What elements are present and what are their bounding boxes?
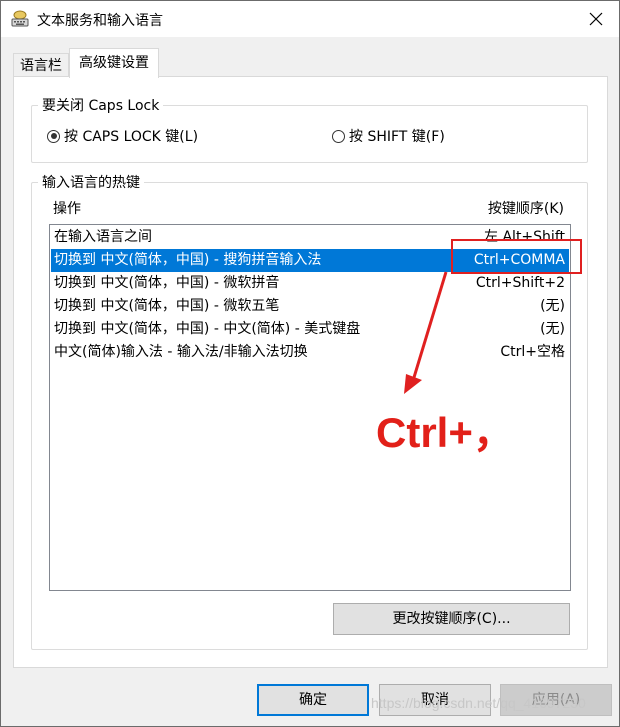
radio-checked-icon <box>47 129 60 143</box>
close-button[interactable] <box>573 1 619 37</box>
list-item[interactable]: 切换到 中文(简体，中国) - 中文(简体) - 美式键盘 (无) <box>51 318 569 341</box>
list-item-action: 切换到 中文(简体，中国) - 搜狗拼音输入法 <box>54 252 322 268</box>
tab-language-bar[interactable]: 语言栏 <box>13 53 69 77</box>
keyboard-icon <box>11 10 29 28</box>
window-title: 文本服务和输入语言 <box>37 13 163 29</box>
radio-shift-label: 按 SHIFT 键(F) <box>349 129 445 145</box>
change-key-sequence-button[interactable]: 更改按键顺序(C)... <box>333 603 570 635</box>
column-header-action: 操作 <box>53 201 81 217</box>
radio-caps-lock-label: 按 CAPS LOCK 键(L) <box>64 129 199 145</box>
tab-advanced-key-settings[interactable]: 高级键设置 <box>69 48 159 78</box>
list-item[interactable]: 切换到 中文(简体，中国) - 微软拼音 Ctrl+Shift+2 <box>51 272 569 295</box>
list-item-key: Ctrl+Shift+2 <box>475 275 565 291</box>
radio-unchecked-icon <box>332 129 345 143</box>
annotation-highlight-box <box>451 239 582 274</box>
annotation-arrow-icon <box>404 271 448 394</box>
list-item-key: Ctrl+空格 <box>500 344 565 360</box>
watermark: https://blog.csdn.net/qq_41697230 <box>371 695 586 711</box>
list-item-action: 切换到 中文(简体，中国) - 微软五笔 <box>54 298 280 314</box>
list-item-action: 中文(简体)输入法 - 输入法/非输入法切换 <box>54 344 308 360</box>
list-item-action: 切换到 中文(简体，中国) - 微软拼音 <box>54 275 280 291</box>
annotation-text: Ctrl+， <box>376 409 515 456</box>
list-item-key: (无) <box>540 321 565 337</box>
list-item[interactable]: 中文(简体)输入法 - 输入法/非输入法切换 Ctrl+空格 <box>51 341 569 364</box>
list-item-key: (无) <box>540 298 565 314</box>
list-item-action: 在输入语言之间 <box>54 229 152 245</box>
title-bar: 文本服务和输入语言 <box>1 1 619 37</box>
ok-button[interactable]: 确定 <box>257 684 369 716</box>
radio-caps-lock-key[interactable]: 按 CAPS LOCK 键(L) <box>47 126 198 146</box>
hotkey-group-label: 输入语言的热键 <box>38 172 144 192</box>
radio-shift-key[interactable]: 按 SHIFT 键(F) <box>332 126 445 146</box>
list-item-action: 切换到 中文(简体，中国) - 中文(简体) - 美式键盘 <box>54 321 361 337</box>
column-header-key-sequence: 按键顺序(K) <box>487 201 564 217</box>
caps-lock-group-label: 要关闭 Caps Lock <box>38 95 164 115</box>
list-item[interactable]: 切换到 中文(简体，中国) - 微软五笔 (无) <box>51 295 569 318</box>
close-icon <box>589 12 603 26</box>
dialog-window: 文本服务和输入语言 语言栏 高级键设置 要关闭 Caps Lock 按 CAPS… <box>0 0 620 727</box>
